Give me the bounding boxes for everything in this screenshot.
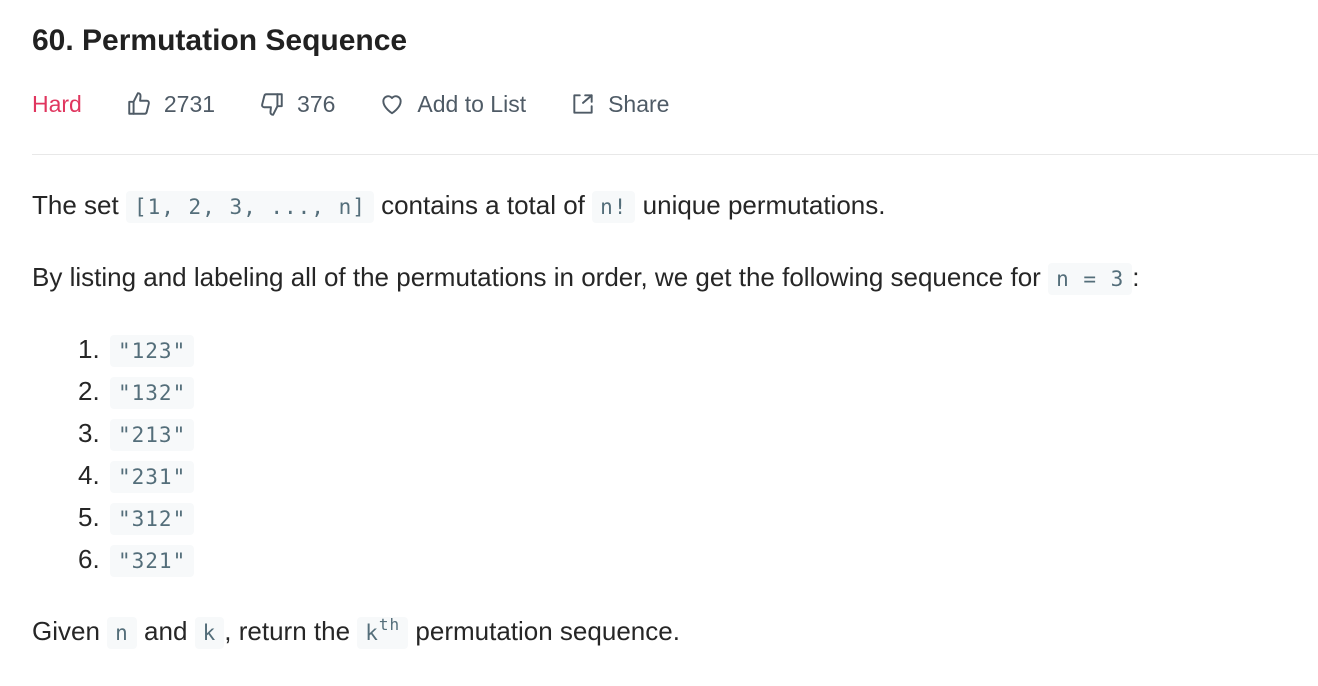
text-fragment: permutation sequence. (408, 616, 680, 646)
heart-icon (382, 95, 403, 115)
share-label: Share (608, 90, 670, 117)
list-item: 3. "213" (78, 412, 1318, 454)
thumbs-down-icon (261, 93, 283, 116)
list-number: 2. (78, 376, 100, 406)
list-item: 2. "132" (78, 370, 1318, 412)
problem-description: The set [1, 2, 3, ..., n] contains a tot… (32, 186, 1318, 652)
like-button[interactable]: 2731 (126, 91, 215, 118)
inline-code: n = 3 (1048, 263, 1133, 295)
permutation-list: 1. "123" 2. "132" 3. "213" 4. "231" 5. "312" … (32, 328, 1318, 580)
inline-code: n (107, 617, 137, 649)
list-value: "132" (110, 377, 195, 409)
text-fragment: The set (32, 190, 126, 220)
inline-code: n! (592, 191, 636, 223)
list-item: 5. "312" (78, 496, 1318, 538)
inline-code: kth (357, 615, 409, 649)
difficulty-badge: Hard (32, 90, 82, 117)
list-item: 4. "231" (78, 454, 1318, 496)
share-button[interactable]: Share (570, 91, 669, 118)
list-value: "123" (110, 335, 195, 367)
text-fragment: contains a total of (373, 190, 593, 220)
list-number: 6. (78, 544, 100, 574)
text-fragment: unique permutations. (635, 190, 886, 220)
description-paragraph: By listing and labeling all of the permu… (32, 258, 1318, 298)
list-number: 4. (78, 460, 100, 490)
code-superscript: th (378, 615, 401, 634)
problem-panel: 60. Permutation Sequence Hard 2731 376 A… (32, 20, 1318, 652)
list-value: "321" (110, 545, 195, 577)
share-icon (573, 94, 593, 114)
inline-code: [1, 2, 3, ..., n] (125, 191, 374, 223)
list-item: 6. "321" (78, 538, 1318, 580)
thumbs-up-icon (128, 92, 150, 115)
list-value: "312" (110, 503, 195, 535)
description-paragraph: The set [1, 2, 3, ..., n] contains a tot… (32, 186, 1318, 226)
problem-meta-bar: Hard 2731 376 Add to List Share (32, 84, 1318, 124)
dislike-button[interactable]: 376 (259, 91, 335, 118)
like-count: 2731 (163, 90, 216, 117)
text-fragment: By listing and labeling all of the permu… (32, 262, 1049, 292)
add-to-list-button[interactable]: Add to List (379, 91, 526, 118)
list-number: 5. (78, 502, 100, 532)
text-fragment: , return the (224, 616, 358, 646)
problem-title: 60. Permutation Sequence (32, 24, 408, 57)
list-value: "213" (110, 419, 195, 451)
description-paragraph: Given n and k, return the kth permutatio… (32, 606, 1318, 652)
add-to-list-label: Add to List (417, 90, 527, 117)
text-fragment: Given (32, 616, 108, 646)
code-base: k (365, 621, 379, 645)
dislike-count: 376 (297, 90, 336, 117)
list-item: 1. "123" (78, 328, 1318, 370)
text-fragment: : (1132, 262, 1140, 292)
text-fragment: and (136, 616, 195, 646)
list-number: 1. (78, 334, 100, 364)
meta-divider (32, 154, 1318, 155)
inline-code: k (194, 617, 225, 649)
list-number: 3. (78, 418, 100, 448)
list-value: "231" (110, 461, 195, 493)
